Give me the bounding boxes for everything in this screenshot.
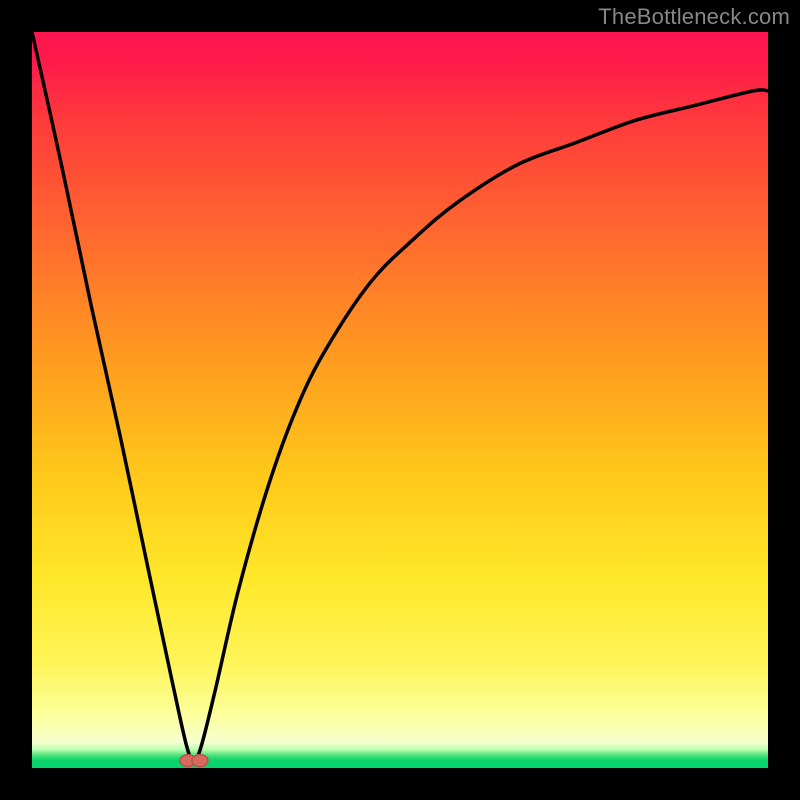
- plot-area: [32, 32, 768, 768]
- watermark-text: TheBottleneck.com: [598, 4, 790, 30]
- curve-layer: [32, 32, 768, 768]
- chart-frame: TheBottleneck.com: [0, 0, 800, 800]
- bottleneck-curve: [32, 32, 768, 761]
- min-marker: [180, 755, 208, 767]
